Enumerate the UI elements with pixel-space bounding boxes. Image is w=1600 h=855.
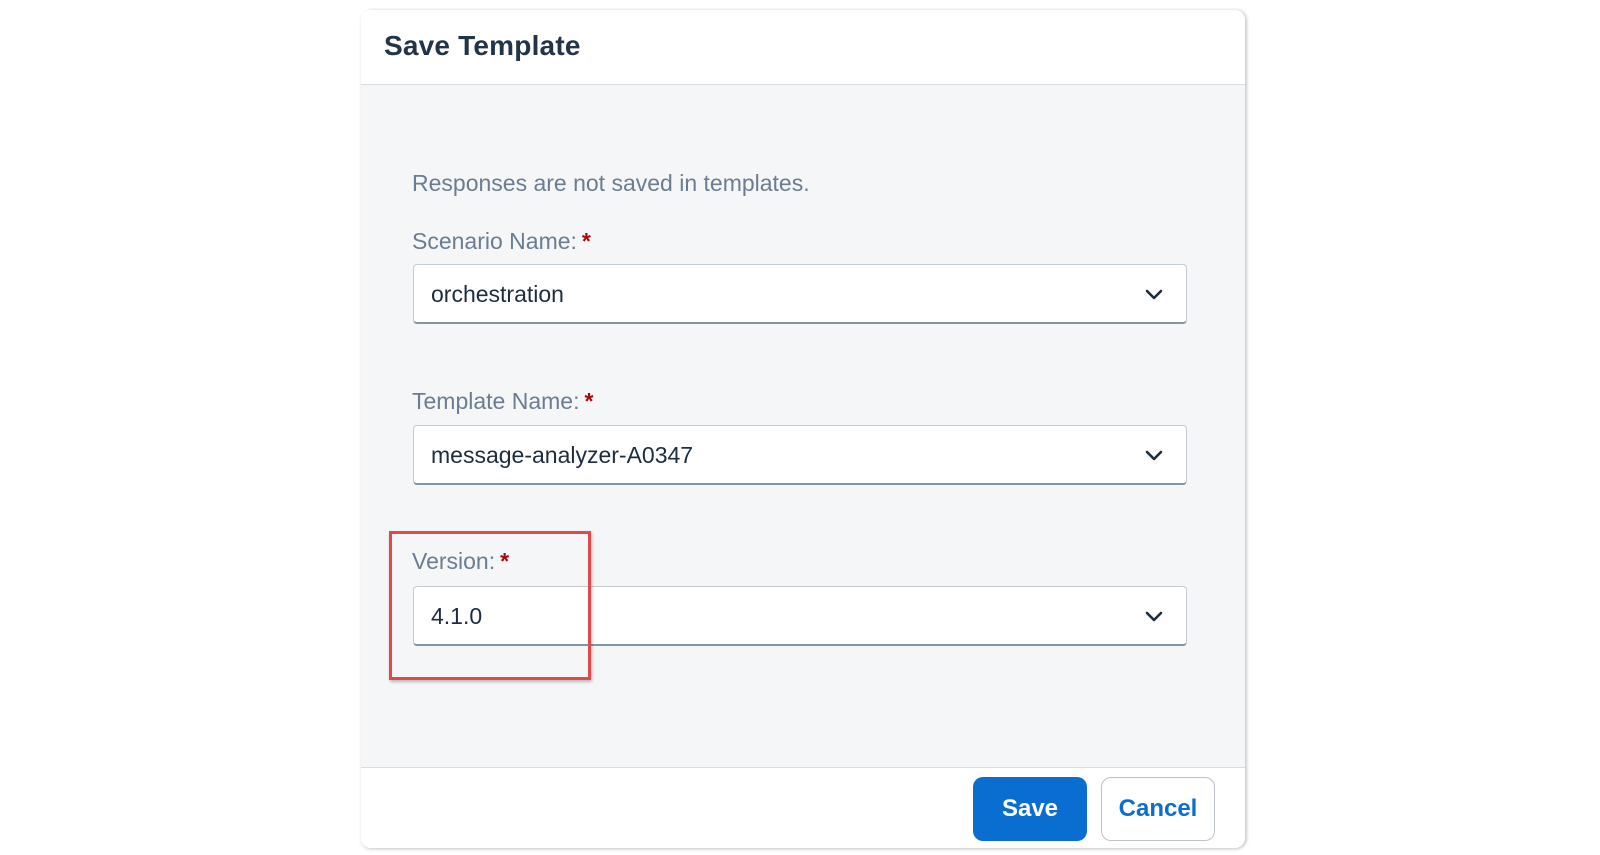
version-select[interactable]: 4.1.0 [413, 586, 1187, 646]
scenario-name-label-text: Scenario Name: [412, 228, 577, 254]
save-button[interactable]: Save [973, 777, 1087, 841]
chevron-down-icon[interactable] [1142, 604, 1166, 628]
scenario-name-value: orchestration [431, 281, 564, 307]
dialog-footer: Save Cancel [361, 767, 1245, 848]
chevron-down-icon[interactable] [1142, 282, 1166, 306]
template-name-label-text: Template Name: [412, 388, 580, 414]
info-message: Responses are not saved in templates. [412, 170, 810, 196]
template-name-label: Template Name: * [412, 388, 593, 415]
required-indicator: * [584, 388, 594, 414]
required-indicator: * [581, 228, 591, 254]
dialog-title: Save Template [384, 30, 581, 61]
version-value: 4.1.0 [431, 603, 483, 629]
version-label: Version: * [412, 548, 509, 575]
scenario-name-select[interactable]: orchestration [413, 264, 1187, 324]
template-name-select[interactable]: message-analyzer-A0347 [413, 425, 1187, 485]
required-indicator: * [500, 548, 510, 574]
save-template-dialog: Save Template Responses are not saved in… [361, 10, 1245, 848]
version-label-text: Version: [412, 548, 496, 574]
dialog-header: Save Template [361, 10, 1245, 85]
chevron-down-icon[interactable] [1142, 443, 1166, 467]
scenario-name-label: Scenario Name: * [412, 228, 591, 255]
cancel-button[interactable]: Cancel [1101, 777, 1215, 841]
template-name-value: message-analyzer-A0347 [431, 442, 694, 468]
